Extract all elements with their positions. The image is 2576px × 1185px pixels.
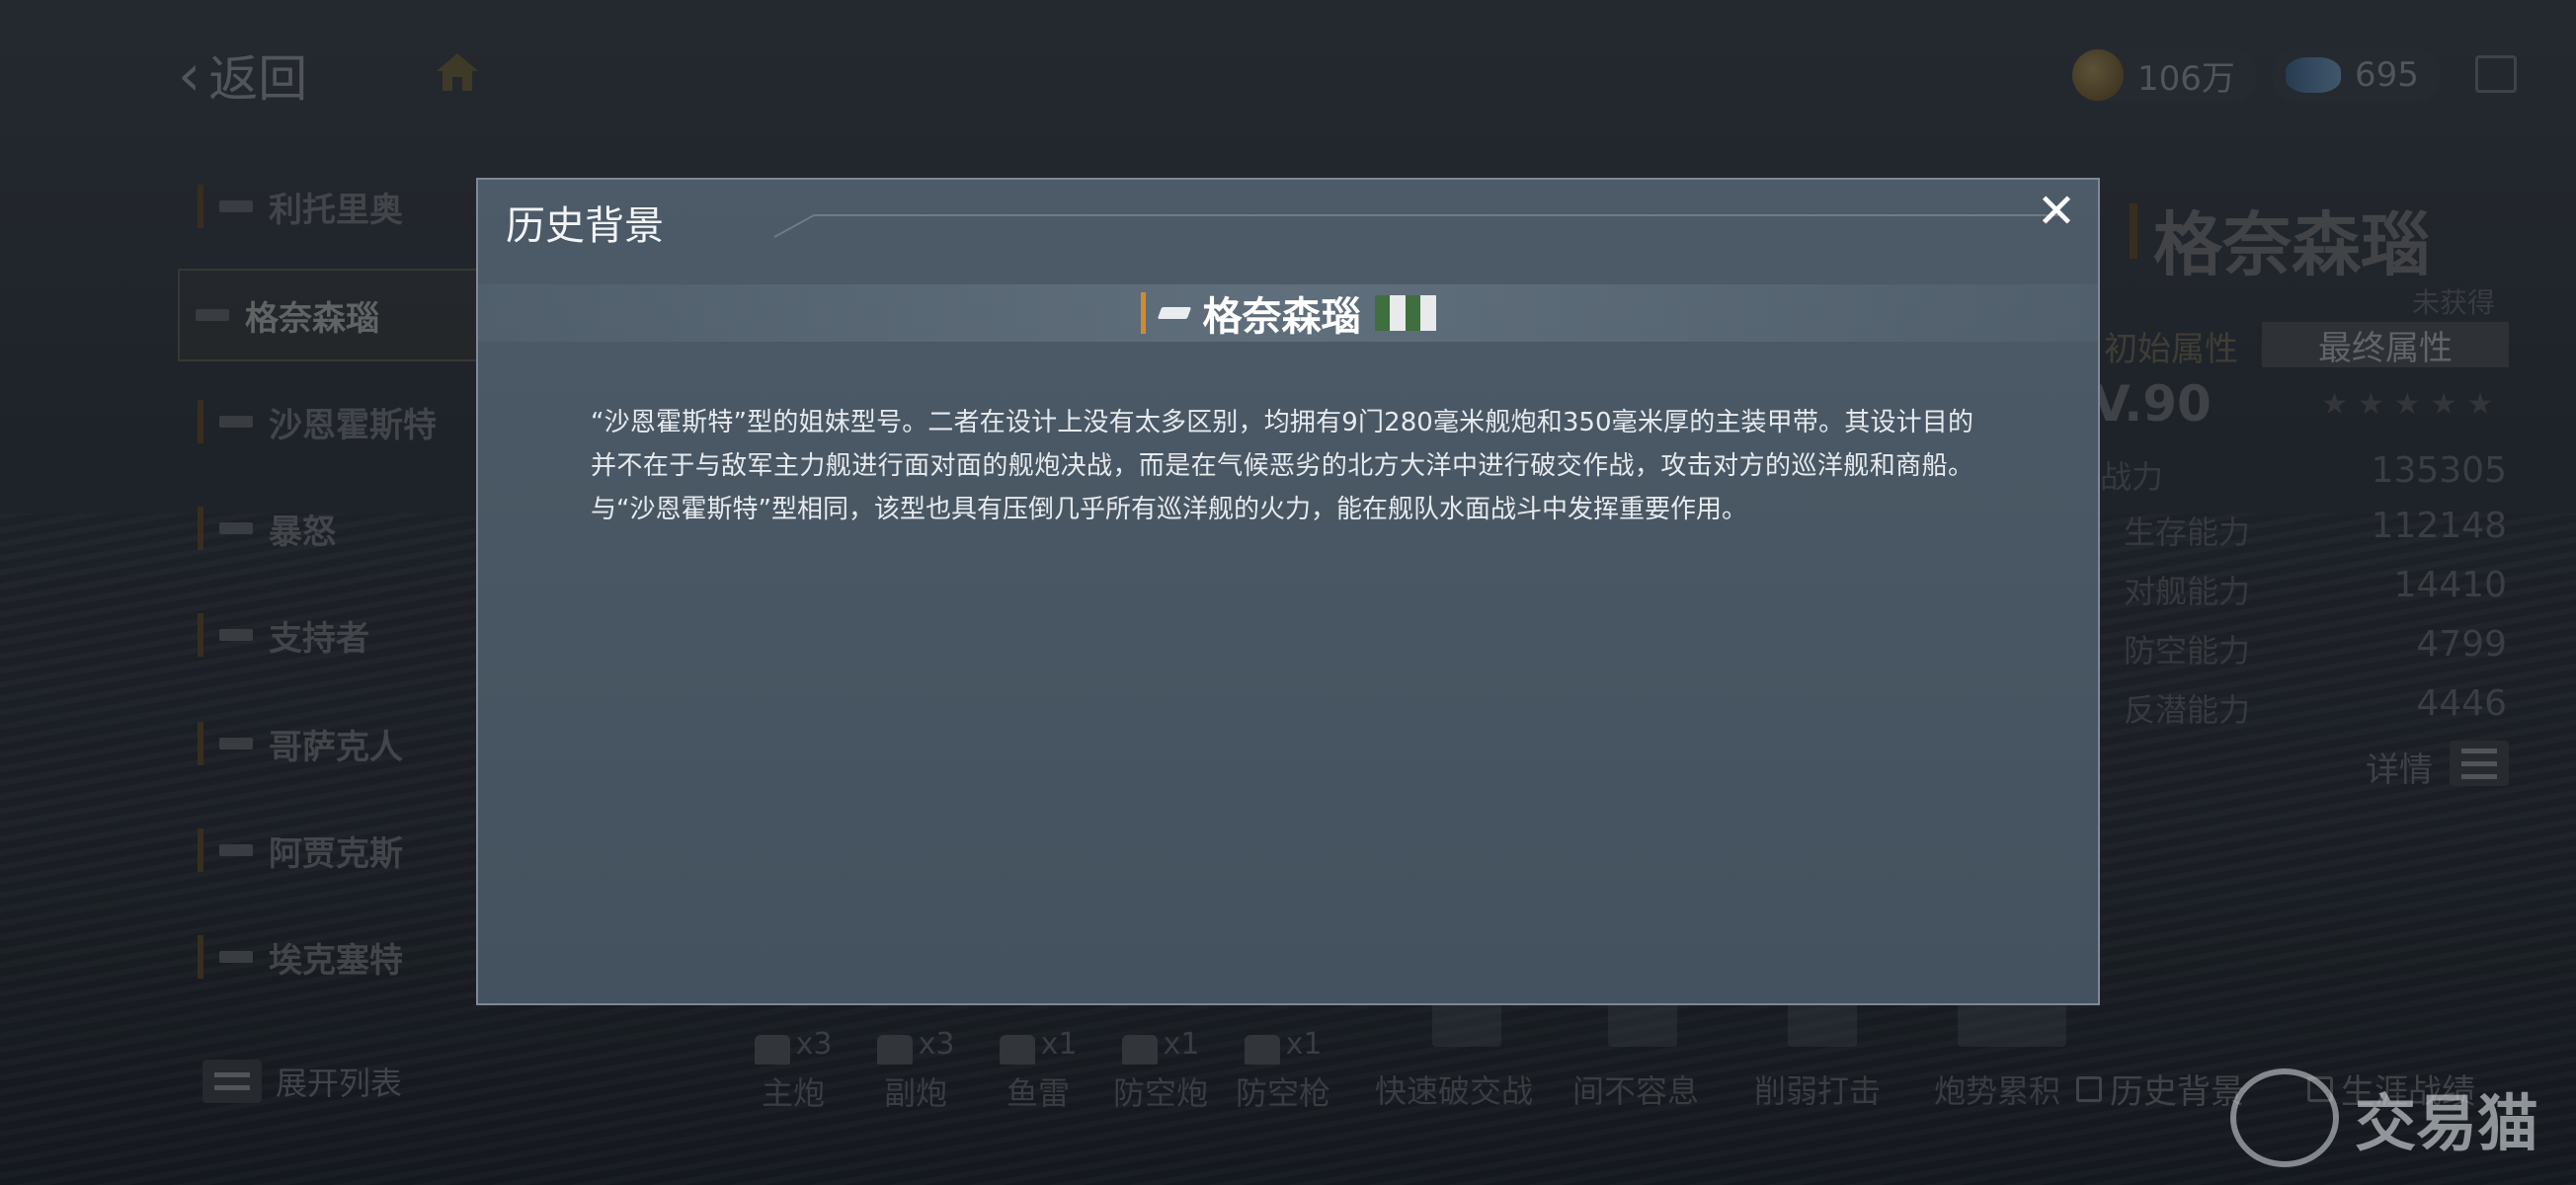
- watermark: 交易猫: [2230, 1068, 2538, 1167]
- ship-name: 格奈森瑙: [1202, 294, 1361, 340]
- header-decoration: [774, 214, 2058, 238]
- nation-flag-icon: [1374, 295, 1436, 331]
- modal-title: 历史背景: [506, 203, 664, 249]
- close-icon: ✕: [2036, 184, 2077, 239]
- ship-class-icon: [1157, 307, 1191, 319]
- watermark-text: 交易猫: [2355, 1087, 2539, 1159]
- cat-logo-icon: [2230, 1068, 2339, 1167]
- history-modal: 历史背景 ✕ 格奈森瑙 “沙恩霍斯特”型的姐妹型号。二者在设计上没有太多区别，均…: [476, 178, 2100, 1005]
- ship-name-band: 格奈森瑙: [478, 284, 2098, 342]
- close-button[interactable]: ✕: [2029, 184, 2084, 239]
- rarity-bar: [1140, 292, 1146, 334]
- modal-header: 历史背景 ✕: [478, 180, 2098, 249]
- history-description: “沙恩霍斯特”型的姐妹型号。二者在设计上没有太多区别，均拥有9门280毫米舰炮和…: [591, 408, 1973, 524]
